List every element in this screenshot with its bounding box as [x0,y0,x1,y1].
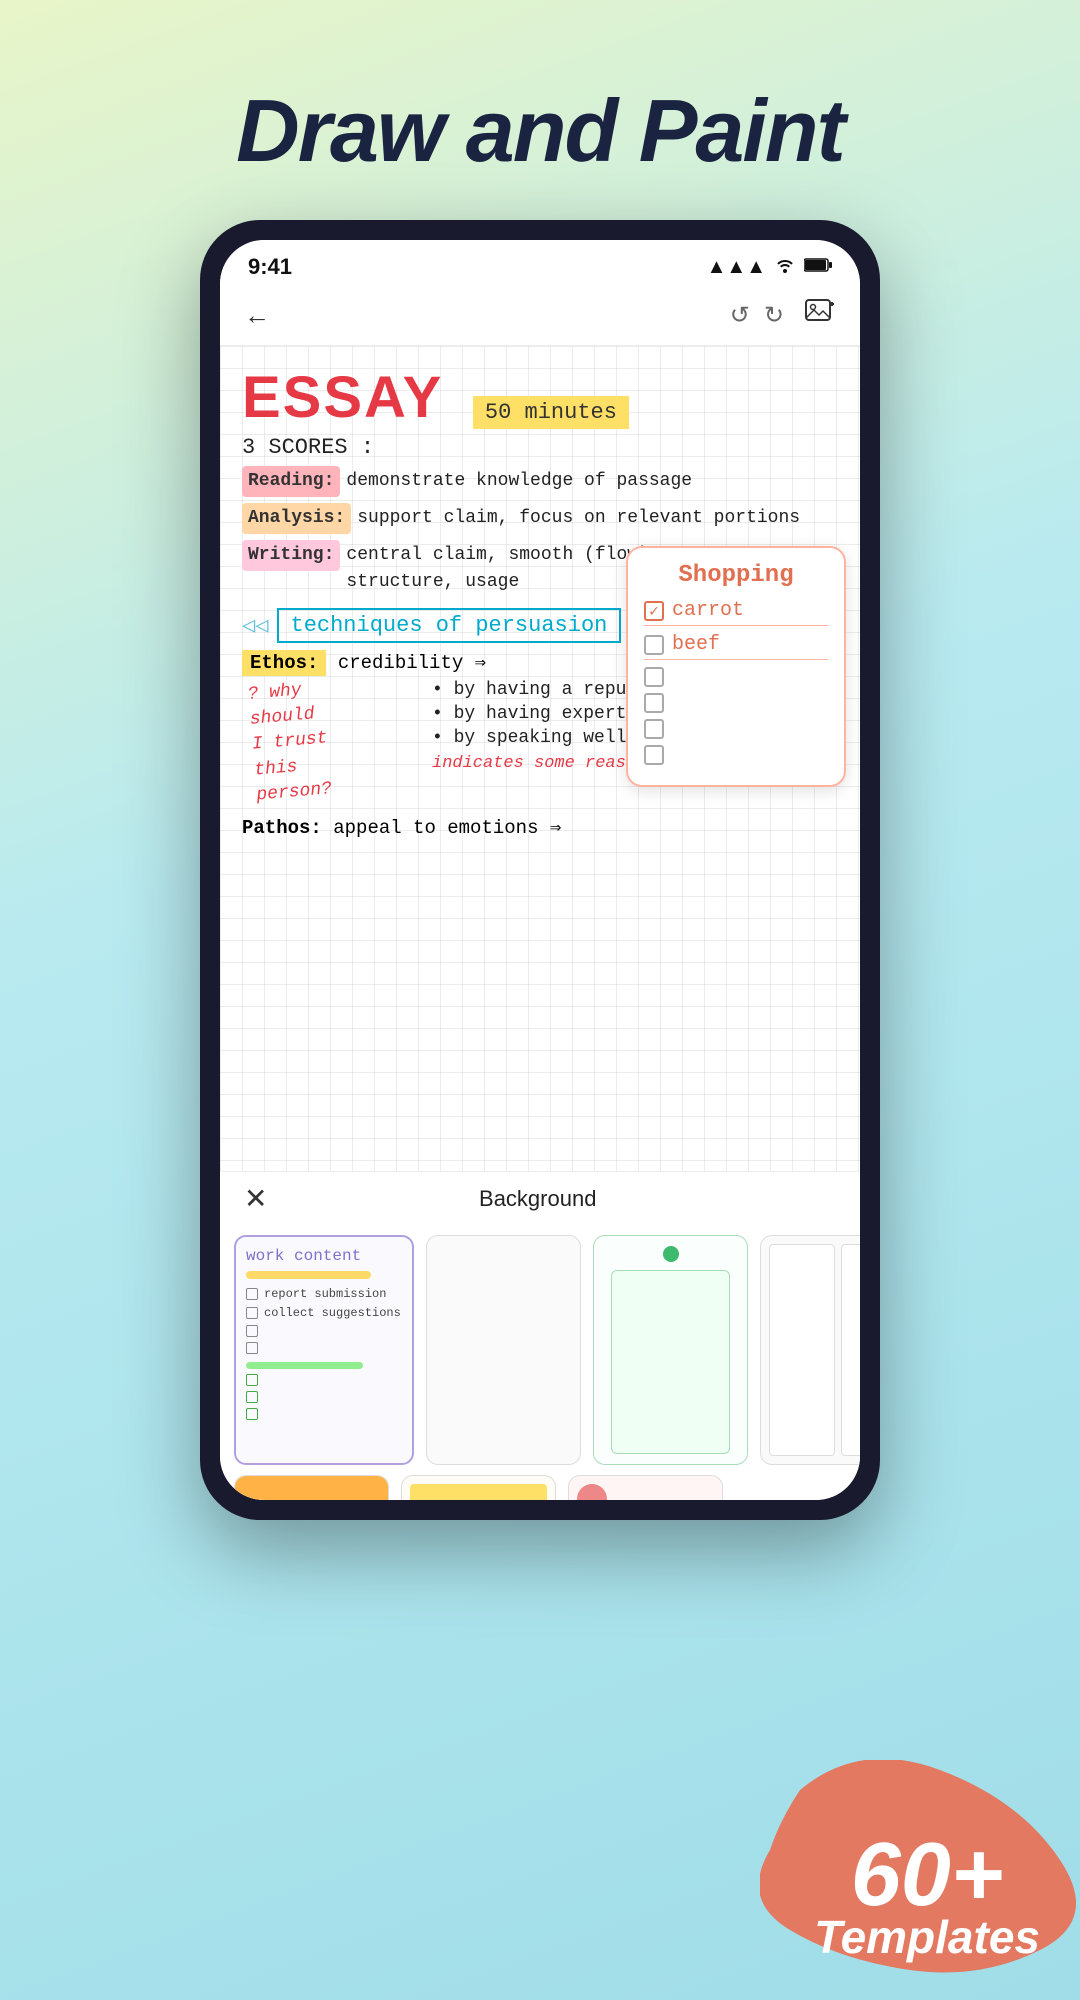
phone-inner: 9:41 ▲▲▲ ← ↺ ↻ [220,240,860,1500]
wifi-icon [774,255,796,279]
green-check-1 [246,1374,258,1386]
green-check-2 [246,1391,258,1403]
empty-work-check-2 [246,1342,258,1354]
work-row-green3 [246,1408,402,1420]
carrot-label: carrot [672,599,744,622]
left-arrows-icon: ◁◁ [242,613,269,639]
reading-label: Reading: [242,466,340,497]
beef-checkbox[interactable] [644,635,664,655]
analysis-text: support claim, focus on relevant portion… [357,505,800,532]
templates-badge: 60+ Templates [814,1830,1060,1970]
shopping-empty-rows [644,667,828,765]
back-button[interactable]: ← [244,300,270,331]
report-submission-text: report submission [264,1287,386,1301]
persuasion-heading: techniques of persuasion [277,608,622,643]
phone-frame: 9:41 ▲▲▲ ← ↺ ↻ [200,220,880,1520]
templates-strip-row2 [220,1475,860,1500]
status-time: 9:41 [248,254,292,280]
col-left [769,1244,835,1456]
empty-row-3 [644,719,828,739]
scores-heading: 3 SCORES : [242,435,838,460]
close-button[interactable]: ✕ [244,1182,267,1215]
empty-checkbox-3[interactable] [644,719,664,739]
empty-checkbox-2[interactable] [644,693,664,713]
image-add-button[interactable] [804,296,836,335]
collect-checkbox [246,1307,258,1319]
report-checkbox [246,1288,258,1300]
writing-label: Writing: [242,540,340,571]
bottom-toolbar: ✕ Background [220,1171,860,1225]
work-row-empty1 [246,1325,402,1337]
empty-checkbox-4[interactable] [644,745,664,765]
work-row-green2 [246,1391,402,1403]
shopping-title: Shopping [644,562,828,589]
orange-header [235,1476,388,1500]
work-row-report: report submission [246,1287,402,1301]
note-area: ESSAY 50 minutes 3 SCORES : Reading: dem… [220,346,860,1171]
template-red-card[interactable] [568,1475,723,1500]
template-orange-bar[interactable] [234,1475,389,1500]
empty-checkbox-1[interactable] [644,667,664,687]
shopping-card: Shopping ✓ carrot beef [626,546,846,787]
red-dot [577,1484,607,1500]
work-content-title: work content [246,1247,402,1265]
template-phone[interactable] [593,1235,748,1465]
undo-redo-group: ↺ ↻ [730,301,784,330]
question-block: ? why shouldI trust thisperson? [242,674,362,808]
work-row-empty2 [246,1342,402,1354]
shopping-item-carrot: ✓ carrot [644,599,828,626]
app-bar: ← ↺ ↻ [220,288,860,346]
template-two-col[interactable] [760,1235,860,1465]
green-check-3 [246,1408,258,1420]
empty-row-4 [644,745,828,765]
work-row-collect: collect suggestions [246,1306,402,1320]
col-right [841,1244,861,1456]
score-analysis: Analysis: support claim, focus on releva… [242,503,838,534]
work-green-bar [246,1362,363,1369]
undo-button[interactable]: ↺ [730,301,750,330]
empty-row-2 [644,693,828,713]
ethos-text: credibility ⇒ [338,652,486,674]
ethos-label: Ethos: [242,650,326,676]
score-reading: Reading: demonstrate knowledge of passag… [242,466,838,497]
sixty-plus-number: 60+ [814,1830,1040,1920]
work-row-green1 [246,1374,402,1386]
phone-mockup: 9:41 ▲▲▲ ← ↺ ↻ [200,220,880,1520]
trust-question: ? why shouldI trust thisperson? [247,673,368,808]
template-phone-screen [611,1270,731,1454]
carrot-checkbox[interactable]: ✓ [644,601,664,621]
pathos-row: Pathos: appeal to emotions ⇒ [242,816,838,839]
collect-suggestions-text: collect suggestions [264,1306,401,1320]
essay-title-row: ESSAY 50 minutes [242,364,838,431]
template-phone-dot [663,1246,679,1262]
page-title: Draw and Paint [0,80,1080,182]
work-content-yellow-bar [246,1271,371,1279]
essay-minutes: 50 minutes [473,396,629,429]
templates-count-label: Templates [814,1914,1040,1960]
beef-label: beef [672,633,720,656]
template-blank[interactable] [426,1235,581,1465]
checklist-header-bar [410,1484,547,1500]
pathos-text: appeal to emotions ⇒ [333,817,561,839]
template-work-content[interactable]: work content report submission collect s… [234,1235,414,1465]
two-col-row [769,1244,860,1456]
empty-row-1 [644,667,828,687]
analysis-label: Analysis: [242,503,351,534]
background-label: Background [479,1186,596,1212]
status-icons: ▲▲▲ [707,255,832,279]
status-bar: 9:41 ▲▲▲ [220,240,860,288]
signal-icon: ▲▲▲ [707,256,766,279]
templates-strip-row1: work content report submission collect s… [220,1225,860,1475]
redo-button[interactable]: ↻ [764,301,784,330]
reading-text: demonstrate knowledge of passage [346,468,692,495]
battery-icon [804,256,832,279]
pathos-label: Pathos: [242,817,322,839]
empty-work-check-1 [246,1325,258,1337]
shopping-item-beef: beef [644,633,828,660]
template-checklist[interactable] [401,1475,556,1500]
essay-title: ESSAY [242,365,443,430]
app-bar-right: ↺ ↻ [730,296,836,335]
